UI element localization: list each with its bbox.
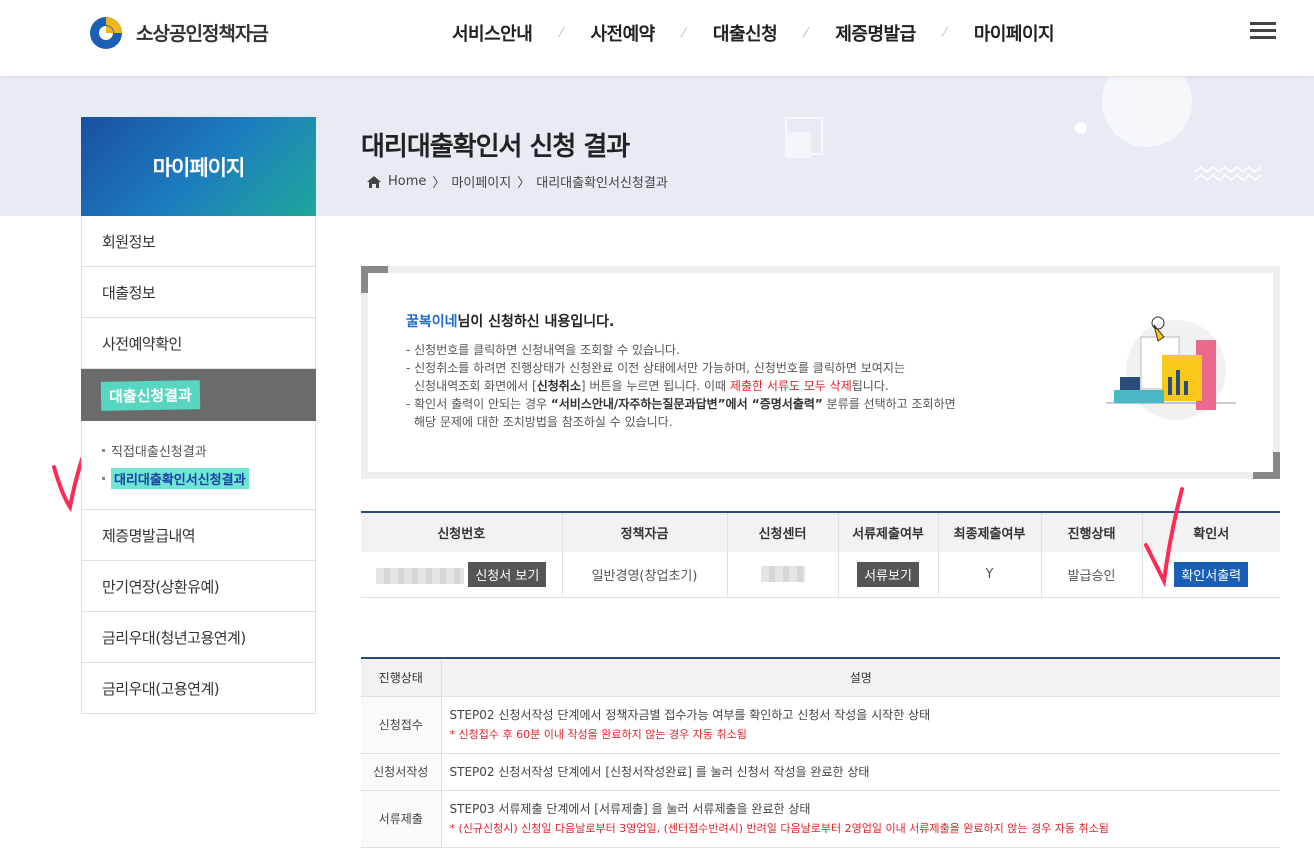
info-line-3a: - 확인서 출력이 안되는 경우 “서비스안내/자주하는질문과답변”에서 “증명…: [406, 397, 956, 411]
status-desc-text: STEP03 서류제출 단계에서 [서류제출] 을 눌러 서류제출을 완료한 상…: [449, 801, 811, 816]
col-application-no: 신청번호: [361, 511, 563, 552]
info-line-2a: - 신청취소를 하려면 진행상태가 신청완료 이전 상태에서만 가능하며, 신청…: [406, 361, 905, 375]
sidebar: 마이페이지 회원정보 대출정보 사전예약확인 대출신청결과 직접대출신청결과 대…: [81, 117, 316, 714]
info-line-2b: 신청내역조회 화면에서 [신청취소] 버튼을 누르면 됩니다. 이때 제출한 서…: [414, 379, 889, 393]
sidebar-item-member-info[interactable]: 회원정보: [81, 216, 316, 267]
info-heading: 꿀복이네님이 신청하신 내용입니다.: [406, 311, 614, 331]
status-description: STEP03 서류제출 단계에서 [서류제출] 을 눌러 서류제출을 완료한 상…: [441, 790, 1280, 848]
breadcrumb-mypage[interactable]: 마이페이지: [451, 172, 511, 191]
breadcrumb-separator: 〉: [432, 176, 446, 191]
breadcrumb-home[interactable]: Home: [388, 174, 426, 189]
cell-status: 발급승인: [1041, 552, 1143, 598]
sidebar-item-pre-reservation[interactable]: 사전예약확인: [81, 318, 316, 369]
sidebar-sub-direct-result[interactable]: 직접대출신청결과: [102, 441, 315, 460]
document-illustration-icon: [1106, 316, 1236, 420]
col-final-submitted: 최종제출여부: [938, 511, 1042, 552]
sidebar-item-certificate-history[interactable]: 제증명발급내역: [81, 510, 316, 561]
status-description: STEP02 신청서작성 단계에서 정책자금별 접수가능 여부를 확인하고 신청…: [441, 696, 1280, 754]
col-status: 진행상태: [1041, 511, 1143, 552]
cell-final-submitted: Y: [938, 552, 1042, 598]
view-application-button[interactable]: 신청서 보기: [468, 561, 547, 587]
sidebar-sub-direct-label: 직접대출신청결과: [111, 445, 207, 460]
nav-mypage[interactable]: 마이페이지: [946, 20, 1082, 46]
sidebar-item-maturity-extension[interactable]: 만기연장(상환유예): [81, 561, 316, 612]
main-nav: 서비스안내 ⁄ 사전예약 ⁄ 대출신청 ⁄ 제증명발급 ⁄ 마이페이지: [424, 20, 1082, 46]
breadcrumb-separator: 〉: [517, 176, 531, 191]
info-line-1: - 신청번호를 클릭하면 신청내역을 조회할 수 있습니다.: [406, 343, 680, 357]
col-description: 설명: [441, 657, 1280, 697]
logo-text: 소상공인정책자금: [136, 22, 269, 45]
sidebar-title: 마이페이지: [81, 117, 316, 216]
status-desc-note: * 신청접수 후 60분 이내 작성을 완료하지 않는 경우 자동 취소됨: [449, 727, 747, 741]
status-description-table: 진행상태 설명 신청접수 STEP02 신청서작성 단계에서 정책자금별 접수가…: [361, 657, 1280, 848]
info-line-3b: 해당 문제에 대한 조치방법을 참조하실 수 있습니다.: [414, 415, 673, 429]
redacted-center: [760, 566, 805, 583]
nav-certificate[interactable]: 제증명발급: [807, 20, 943, 46]
status-desc-note: * (신규신청시) 신청일 다음날로부터 3영업일, (센터접수반려시) 반려일…: [449, 821, 1109, 835]
home-icon[interactable]: [366, 175, 382, 189]
hamburger-menu-icon[interactable]: [1250, 22, 1276, 42]
redacted-application-no[interactable]: [376, 568, 465, 585]
bullet-icon: [102, 477, 105, 480]
sidebar-item-rate-employment[interactable]: 금리우대(고용연계): [81, 663, 316, 714]
table-row: 신청서작성 STEP02 신청서작성 단계에서 [신청서작성완료] 를 눌러 신…: [361, 753, 1280, 791]
site-header: 소상공인정책자금 서비스안내 ⁄ 사전예약 ⁄ 대출신청 ⁄ 제증명발급 ⁄ 마…: [0, 0, 1314, 77]
col-center: 신청센터: [727, 511, 839, 552]
nav-service-info[interactable]: 서비스안내: [424, 20, 560, 46]
sidebar-item-loan-result[interactable]: 대출신청결과: [81, 369, 316, 421]
info-notes: - 신청번호를 클릭하면 신청내역을 조회할 수 있습니다. - 신청취소를 하…: [406, 341, 1016, 431]
status-desc-text: STEP02 신청서작성 단계에서 정책자금별 접수가능 여부를 확인하고 신청…: [449, 707, 931, 722]
breadcrumb-current: 대리대출확인서신청결과: [536, 176, 668, 191]
status-desc-text: STEP02 신청서작성 단계에서 [신청서작성완료] 를 눌러 신청서 작성을…: [449, 764, 870, 779]
nav-loan-apply[interactable]: 대출신청: [685, 20, 805, 46]
bullet-icon: [102, 449, 105, 452]
sidebar-submenu: 직접대출신청결과 대리대출확인서신청결과: [81, 421, 316, 510]
status-label: 신청서작성: [361, 753, 442, 791]
sidebar-item-rate-youth[interactable]: 금리우대(청년고용연계): [81, 612, 316, 663]
info-heading-suffix: 님이 신청하신 내용입니다.: [457, 314, 615, 330]
breadcrumb: Home 〉 마이페이지 〉 대리대출확인서신청결과: [366, 172, 668, 191]
col-fund: 정책자금: [562, 511, 728, 552]
cell-application-no: 신청서 보기: [361, 552, 563, 598]
logo-icon: [90, 17, 122, 49]
cell-fund: 일반경영(창업초기): [562, 552, 728, 598]
info-box: 꿀복이네님이 신청하신 내용입니다. - 신청번호를 클릭하면 신청내역을 조회…: [361, 266, 1280, 479]
site-logo[interactable]: 소상공인정책자금: [86, 12, 269, 52]
table-row: 서류제출 STEP03 서류제출 단계에서 [서류제출] 을 눌러 서류제출을 …: [361, 790, 1280, 848]
table-row: 신청접수 STEP02 신청서작성 단계에서 정책자금별 접수가능 여부를 확인…: [361, 696, 1280, 754]
cell-center: [727, 552, 839, 598]
col-doc-submitted: 서류제출여부: [838, 511, 939, 552]
sidebar-sub-agent-result[interactable]: 대리대출확인서신청결과: [102, 468, 315, 489]
sidebar-item-loan-info[interactable]: 대출정보: [81, 267, 316, 318]
sidebar-item-loan-result-label: 대출신청결과: [100, 379, 201, 411]
sidebar-sub-agent-label: 대리대출확인서신청결과: [111, 468, 249, 489]
status-description: STEP02 신청서작성 단계에서 [신청서작성완료] 를 눌러 신청서 작성을…: [441, 753, 1280, 791]
status-label: 신청접수: [361, 696, 442, 754]
user-name: 꿀복이네: [406, 314, 458, 330]
wave-decoration: [1195, 166, 1262, 181]
view-documents-button[interactable]: 서류보기: [857, 561, 919, 587]
status-label: 서류제출: [361, 790, 442, 848]
check-mark-annotation-icon: [1144, 487, 1184, 588]
page-title: 대리대출확인서 신청 결과: [361, 132, 630, 162]
col-status-label: 진행상태: [361, 657, 442, 697]
nav-pre-reservation[interactable]: 사전예약: [562, 20, 682, 46]
cell-doc-submitted: 서류보기: [838, 552, 939, 598]
